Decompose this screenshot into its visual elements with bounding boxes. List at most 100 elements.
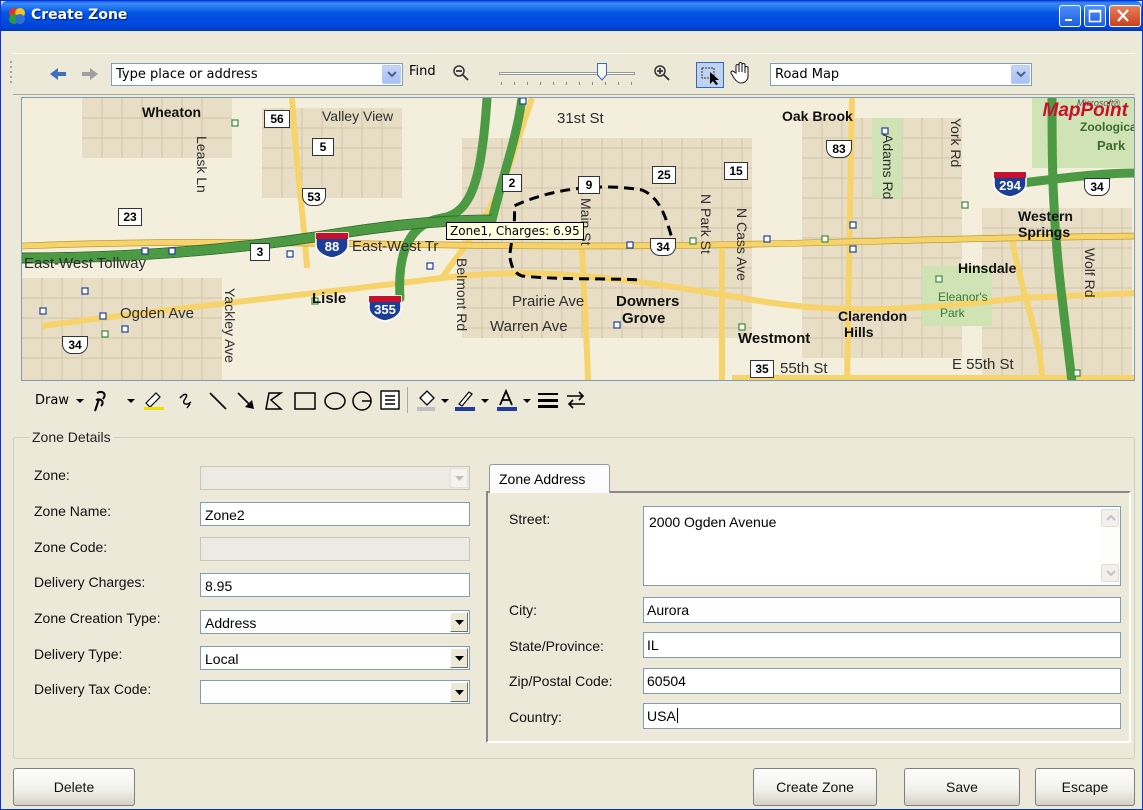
map-label: Adams Rd xyxy=(880,134,896,200)
map-label: Hills xyxy=(844,324,874,340)
zone-select[interactable] xyxy=(200,466,470,490)
map-label: Wolf Rd xyxy=(1082,248,1098,298)
zoom-slider-thumb[interactable] xyxy=(597,63,607,81)
map-label: Hinsdale xyxy=(958,260,1017,276)
route-shield: 34 xyxy=(650,238,676,256)
zone-creation-type-select[interactable]: Address xyxy=(200,610,470,634)
escape-button[interactable]: Escape xyxy=(1035,768,1135,806)
chevron-down-icon xyxy=(455,690,464,695)
zone-code-input[interactable] xyxy=(200,537,470,561)
delivery-tax-code-select[interactable] xyxy=(200,680,470,704)
delivery-type-label: Delivery Type: xyxy=(34,646,123,662)
draw-menu-button[interactable]: Draw xyxy=(35,393,69,408)
fill-color-icon[interactable] xyxy=(415,388,437,412)
map-label: Belmont Rd xyxy=(454,258,470,332)
line-color-icon[interactable] xyxy=(453,388,477,412)
close-button[interactable] xyxy=(1109,5,1141,27)
map-style-dropdown-button[interactable] xyxy=(1011,65,1030,84)
delivery-charges-input[interactable]: 8.95 xyxy=(200,573,470,597)
create-zone-button[interactable]: Create Zone xyxy=(753,768,877,806)
city-value: Aurora xyxy=(647,602,690,618)
delete-button[interactable]: Delete xyxy=(13,768,135,806)
zoom-in-icon[interactable] xyxy=(653,64,671,82)
route-shield: 3 xyxy=(250,243,270,261)
back-arrow-icon[interactable] xyxy=(47,63,69,85)
select-tool-button[interactable] xyxy=(696,62,724,88)
zone-name-input[interactable]: Zone2 xyxy=(200,502,470,526)
scroll-down-button[interactable] xyxy=(1101,564,1119,582)
rectangle-icon[interactable] xyxy=(293,390,317,412)
country-input[interactable]: USA xyxy=(643,703,1121,729)
address-search-input[interactable]: Type place or address xyxy=(111,63,403,86)
pan-hand-icon[interactable] xyxy=(730,61,752,85)
state-province-label: State/Province: xyxy=(509,638,604,654)
zone-code-label: Zone Code: xyxy=(34,539,108,555)
maximize-button[interactable] xyxy=(1084,5,1106,27)
street-textarea[interactable]: 2000 Ogden Avenue xyxy=(643,506,1121,586)
scroll-up-button[interactable] xyxy=(1101,509,1119,527)
save-button[interactable]: Save xyxy=(904,768,1020,806)
map-style-select[interactable]: Road Map xyxy=(770,63,1032,86)
zone-name-value: Zone2 xyxy=(205,507,245,523)
delivery-type-value: Local xyxy=(205,651,239,667)
zone-creation-type-value: Address xyxy=(205,615,257,631)
arrow-line-icon[interactable] xyxy=(235,390,257,412)
pushpin-icon[interactable] xyxy=(91,390,111,412)
country-value: USA xyxy=(647,708,678,724)
map-style-text: Road Map xyxy=(775,67,840,82)
chevron-down-icon xyxy=(455,476,464,481)
zip-postal-code-input[interactable]: 60504 xyxy=(643,668,1121,694)
chevron-down-icon xyxy=(455,620,464,625)
freeform-polygon-icon[interactable] xyxy=(263,390,285,412)
tab-zone-address[interactable]: Zone Address xyxy=(489,464,610,493)
forward-arrow-icon[interactable] xyxy=(79,63,101,85)
route-shield: 34 xyxy=(1084,178,1110,196)
delivery-type-select[interactable]: Local xyxy=(200,646,470,670)
delivery-tax-code-dropdown-button[interactable] xyxy=(450,682,468,702)
zoom-slider-track[interactable] xyxy=(499,72,635,75)
map-label: East-West Tr xyxy=(352,238,439,255)
zone-details-title: Zone Details xyxy=(29,429,114,445)
route-shield: 9 xyxy=(578,176,600,194)
delivery-type-dropdown-button[interactable] xyxy=(450,648,468,668)
text-box-icon[interactable] xyxy=(379,389,401,411)
street-label: Street: xyxy=(509,511,551,527)
chevron-down-icon xyxy=(387,71,397,78)
city-input[interactable]: Aurora xyxy=(643,597,1121,623)
close-icon xyxy=(1117,9,1129,22)
street-scrollbar[interactable] xyxy=(1100,507,1120,585)
radius-circle-icon[interactable] xyxy=(351,390,373,412)
interstate-shield: 88 xyxy=(314,231,350,259)
zoom-slider-ticks xyxy=(501,82,633,85)
freeform-icon[interactable] xyxy=(177,390,195,412)
minimize-button[interactable] xyxy=(1059,5,1081,27)
city-label: City: xyxy=(509,602,537,618)
map-label: Grove xyxy=(622,310,666,327)
map-label: East-West Tollway xyxy=(24,255,146,272)
zone-dropdown-button[interactable] xyxy=(450,468,468,488)
arrow-style-icon[interactable] xyxy=(565,390,587,410)
zoom-out-icon[interactable] xyxy=(452,64,470,82)
line-weight-icon[interactable] xyxy=(537,391,559,409)
zone-creation-type-dropdown-button[interactable] xyxy=(450,612,468,632)
oval-icon[interactable] xyxy=(323,390,347,412)
map-label: Park xyxy=(1097,138,1126,153)
map-label: Springs xyxy=(1018,224,1071,240)
delivery-charges-label: Delivery Charges: xyxy=(34,574,146,590)
title-bar[interactable]: Create Zone xyxy=(1,1,1142,31)
state-province-input[interactable]: IL xyxy=(643,632,1121,658)
map-view[interactable]: Microsoft® MapPoint Wheaton Valley View … xyxy=(21,97,1135,381)
font-color-icon[interactable] xyxy=(495,388,519,412)
map-label: Prairie Ave xyxy=(512,293,585,310)
map-label: Warren Ave xyxy=(490,318,568,335)
map-label: Ogden Ave xyxy=(120,305,194,322)
route-shield: 15 xyxy=(724,162,748,180)
line-icon[interactable] xyxy=(207,390,229,412)
highlighter-icon[interactable] xyxy=(142,389,166,411)
find-button[interactable]: Find xyxy=(409,64,436,79)
map-label: E 55th St xyxy=(952,356,1014,373)
toolbar-grip[interactable] xyxy=(9,59,13,89)
route-shield: 25 xyxy=(652,166,676,184)
route-shield: 56 xyxy=(264,110,290,128)
address-dropdown-button[interactable] xyxy=(382,65,401,84)
